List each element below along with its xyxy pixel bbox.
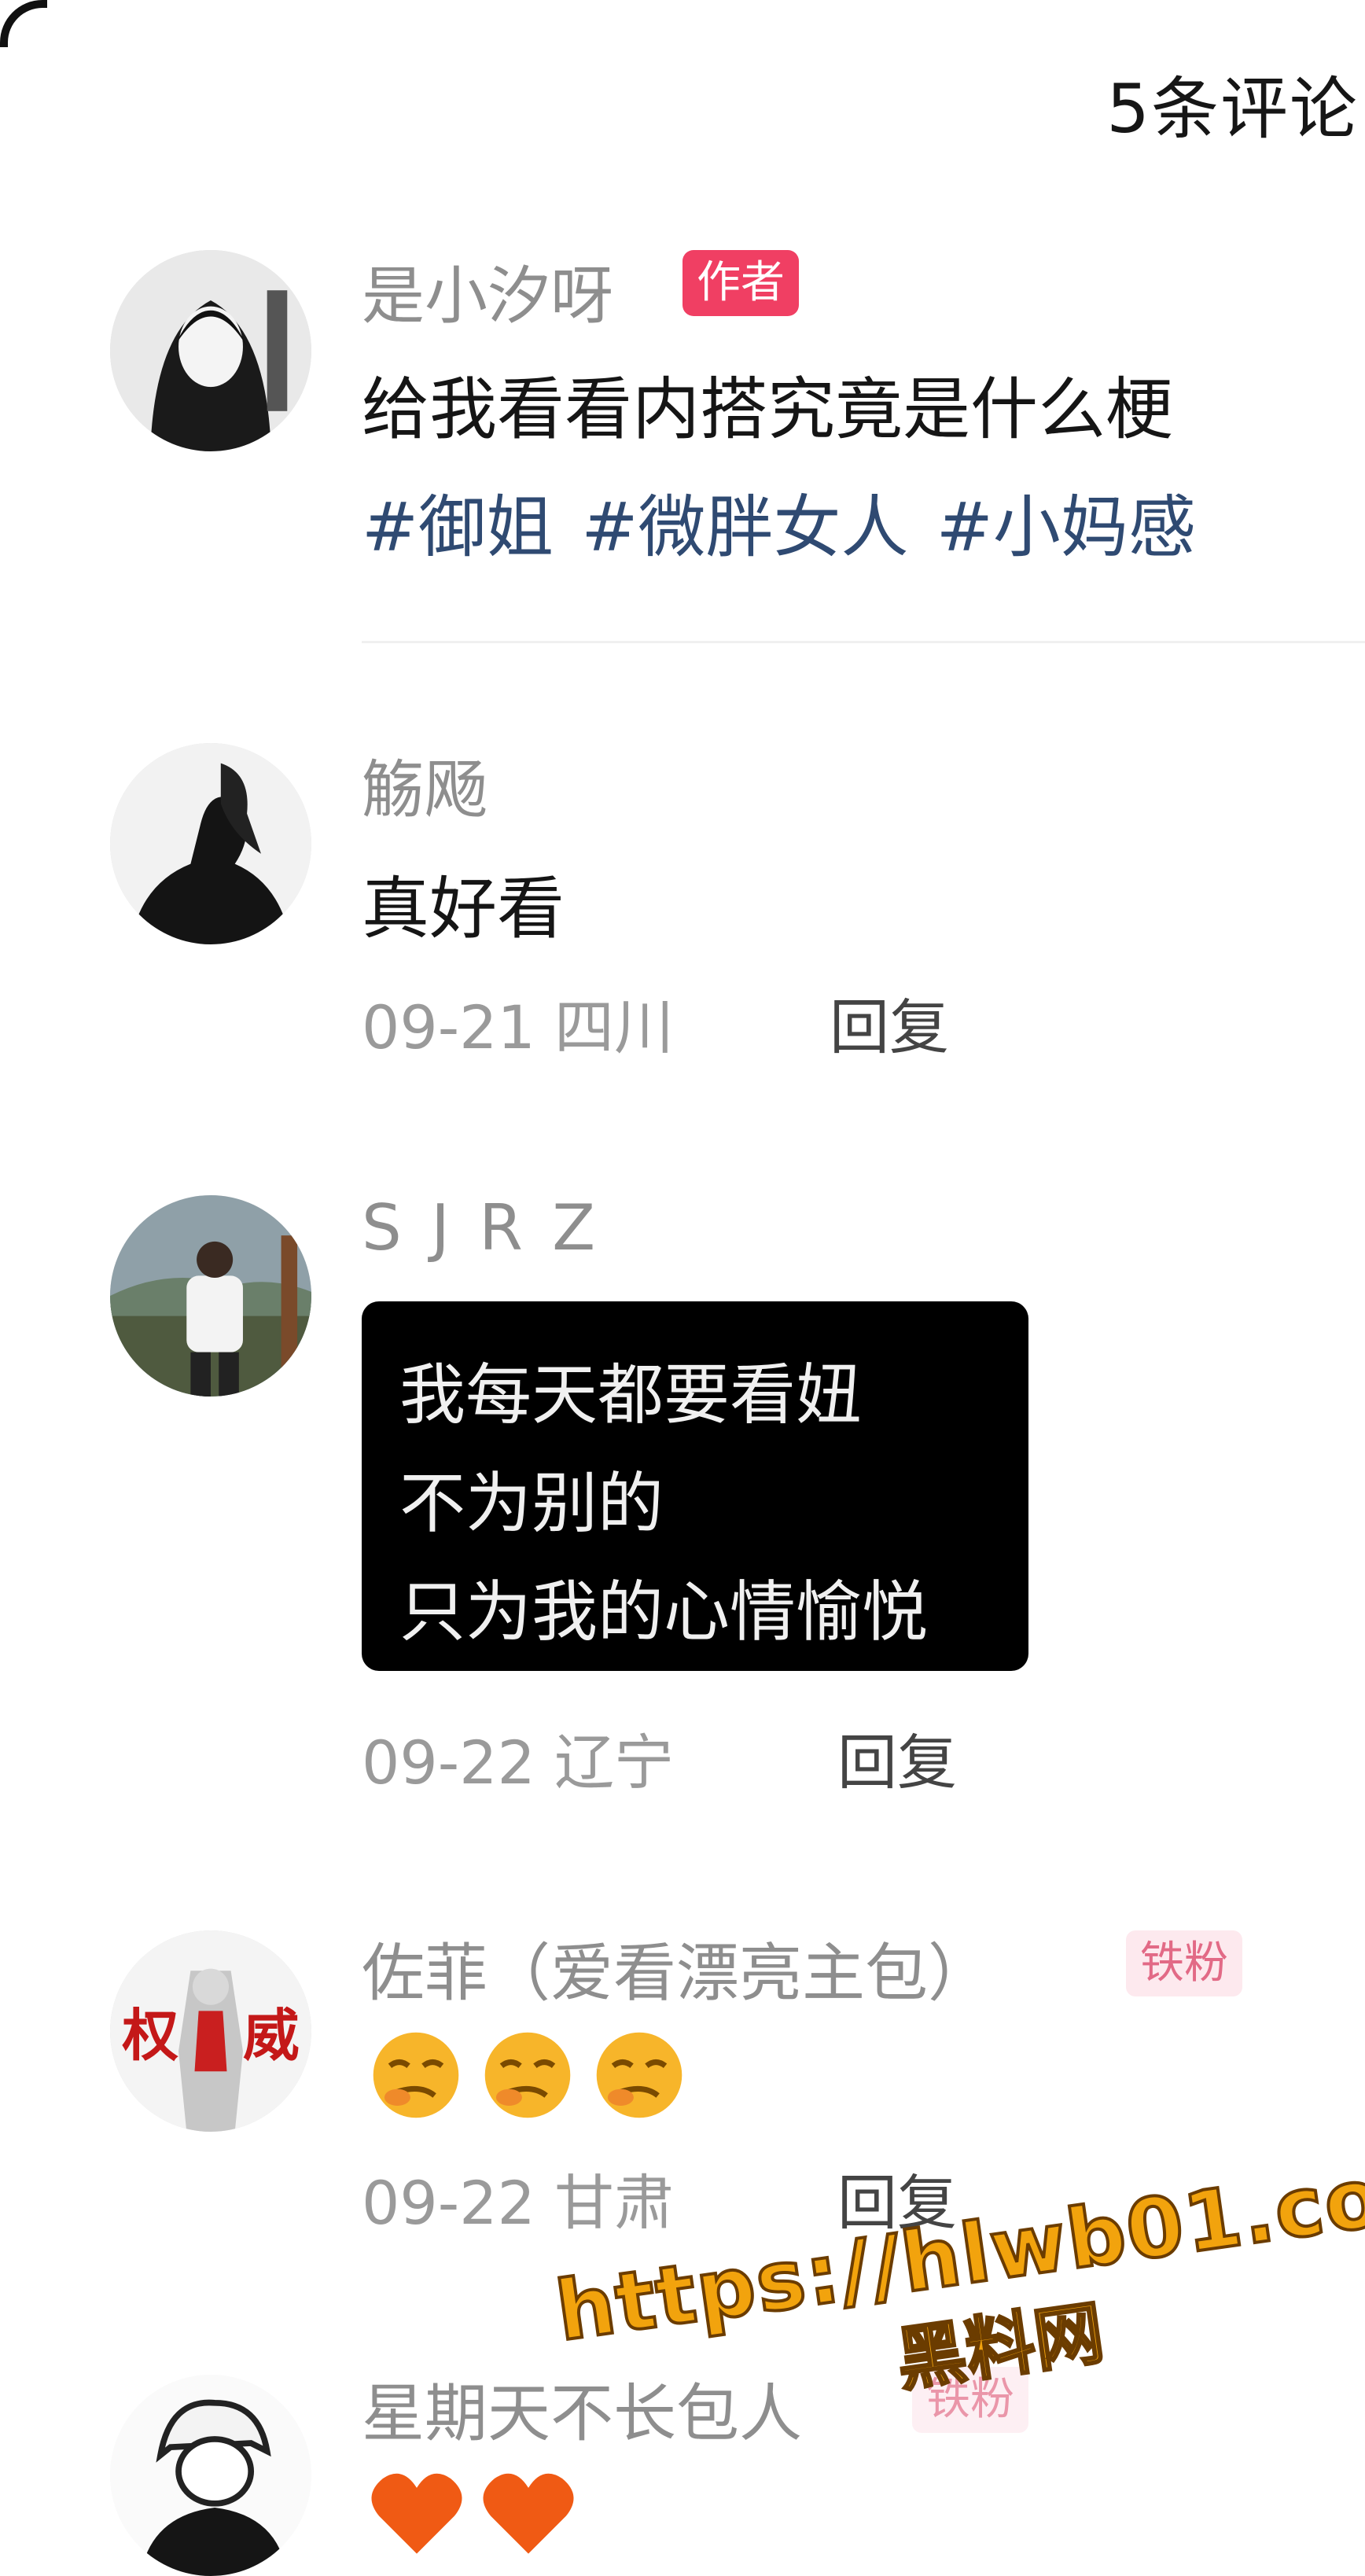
- comment-username[interactable]: 是小汐呀: [362, 245, 613, 337]
- avatar[interactable]: [110, 1195, 311, 1397]
- avatar[interactable]: [110, 250, 311, 451]
- comment-count-title: 5条评论: [1106, 53, 1359, 152]
- heart-emoji-icon: [370, 2469, 464, 2556]
- comment-date: 09-21: [362, 992, 535, 1062]
- comment-location: 四川: [554, 992, 674, 1062]
- smirk-emoji-icon: [481, 2029, 574, 2122]
- reply-button[interactable]: 回复: [837, 2155, 957, 2241]
- comment-location: 辽宁: [554, 1728, 674, 1798]
- comment-meta: 09-22 甘肃: [362, 2155, 674, 2241]
- fan-badge: 铁粉: [1126, 1930, 1242, 1996]
- svg-text:权: 权: [121, 2003, 178, 2069]
- divider: [362, 641, 1365, 643]
- smirk-emoji-icon: [370, 2029, 462, 2122]
- comment-username[interactable]: 佐菲（爱看漂亮主包）: [362, 1923, 991, 2014]
- svg-text:威: 威: [243, 2003, 300, 2069]
- comment-text-line: 我每天都要看妞: [399, 1342, 862, 1437]
- avatar[interactable]: 权 威: [110, 1930, 311, 2132]
- avatar[interactable]: [110, 743, 311, 944]
- comment-text-card: 我每天都要看妞 不为别的 只为我的心情愉悦: [362, 1301, 1028, 1671]
- screen-corner: [0, 0, 47, 47]
- comment-username[interactable]: 觞飏: [362, 739, 488, 830]
- avatar[interactable]: [110, 2375, 311, 2576]
- comment-meta: 09-22 辽宁: [362, 1714, 674, 1801]
- comment-username[interactable]: S J R Z: [362, 1191, 600, 1264]
- heart-emoji-icon: [481, 2469, 576, 2556]
- smirk-emoji-icon: [593, 2029, 686, 2122]
- comment-date: 09-22: [362, 2168, 535, 2238]
- comment-location: 甘肃: [554, 2168, 674, 2238]
- comment-text-line: 只为我的心情愉悦: [399, 1559, 928, 1654]
- comment-hashtags[interactable]: #御姐 #微胖女人 #小妈感: [362, 472, 1196, 570]
- comment-date: 09-22: [362, 1728, 535, 1798]
- comment-text: 给我看看内搭究竟是什么梗: [362, 354, 1173, 452]
- author-badge: 作者: [682, 250, 799, 316]
- comment-text-line: 不为别的: [399, 1451, 664, 1546]
- comment-username[interactable]: 星期天不长包人: [362, 2363, 802, 2454]
- reply-button[interactable]: 回复: [830, 979, 949, 1065]
- comment-text: 真好看: [362, 853, 565, 951]
- reply-button[interactable]: 回复: [837, 1714, 957, 1801]
- comment-meta: 09-21 四川: [362, 979, 674, 1065]
- fan-badge: 铁粉: [912, 2367, 1028, 2433]
